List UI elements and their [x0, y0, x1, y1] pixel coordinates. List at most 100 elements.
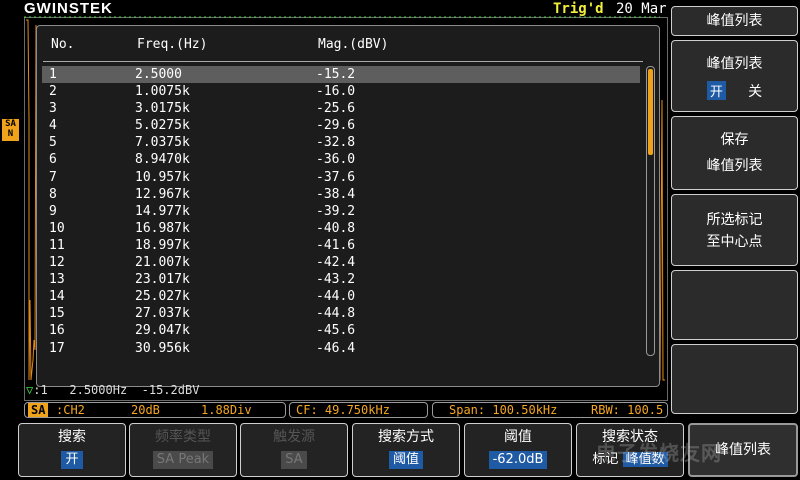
peak-no: 15	[49, 306, 65, 322]
peak-no: 9	[49, 203, 57, 219]
peak-freq: 5.0275k	[135, 118, 190, 134]
peak-freq: 18.997k	[135, 237, 190, 253]
marker-readout: ▽:1 2.5000Hz -15.2dBV	[26, 383, 199, 397]
peak-freq: 27.037k	[135, 306, 190, 322]
peak-mag: -40.8	[316, 220, 356, 236]
peak-freq: 3.0175k	[135, 101, 190, 117]
col-freq-header: Freq.(Hz)	[137, 37, 208, 52]
peak-row[interactable]: 11 18.997k -41.6	[42, 237, 640, 254]
search-mode-button[interactable]: 搜索方式 阈值	[352, 423, 460, 477]
col-no-header: No.	[51, 37, 75, 52]
peak-mag: -38.4	[316, 186, 356, 202]
peak-row[interactable]: 12 21.007k -42.4	[42, 254, 640, 271]
peak-no: 14	[49, 289, 65, 305]
peak-row[interactable]: 4 5.0275k -29.6	[42, 117, 640, 134]
marker-mag: -15.2dBV	[141, 383, 200, 397]
table-scrollbar[interactable]	[646, 66, 655, 356]
peak-freq: 2.5000	[135, 67, 182, 82]
peak-row[interactable]: 8 12.967k -38.4	[42, 186, 640, 203]
center-freq-box: CF: 49.750kHz	[289, 402, 428, 418]
peak-freq: 1.0075k	[135, 84, 190, 100]
menu-title: 峰值列表	[671, 6, 798, 36]
search-button[interactable]: 搜索 开	[18, 423, 126, 477]
peak-no: 11	[49, 237, 65, 253]
peak-mag: -25.6	[316, 101, 356, 117]
threshold-value: -62.0dB	[488, 451, 548, 469]
peak-no: 12	[49, 255, 65, 271]
peak-freq: 14.977k	[135, 203, 190, 219]
peak-no: 5	[49, 135, 57, 151]
peak-no: 1	[49, 67, 57, 82]
peak-freq: 7.0375k	[135, 135, 190, 151]
toggle-on: 开	[706, 81, 726, 100]
peak-mag: -29.6	[316, 118, 356, 134]
peak-no: 13	[49, 272, 65, 288]
peak-row[interactable]: 14 25.027k -44.0	[42, 288, 640, 305]
peak-freq: 16.987k	[135, 220, 190, 236]
peak-no: 3	[49, 101, 57, 117]
empty-softkey-5[interactable]	[671, 270, 798, 340]
peak-freq: 21.007k	[135, 255, 190, 271]
peak-table-panel: No. Freq.(Hz) Mag.(dBV) 1 2.5000 -15.2 2 1.0…	[36, 25, 660, 387]
marker-freq: 2.5000Hz	[69, 383, 128, 397]
sa-channel-marker: SA N	[2, 119, 19, 141]
peak-mag: -36.0	[316, 152, 356, 168]
threshold-button[interactable]: 阈值 -62.0dB	[464, 423, 572, 477]
save-peak-list-button[interactable]: 保存 峰值列表	[671, 116, 798, 190]
peak-no: 7	[49, 169, 57, 185]
peak-row[interactable]: 7 10.957k -37.6	[42, 169, 640, 186]
search-mode-value: 阈值	[388, 451, 423, 469]
search-value: 开	[61, 451, 83, 469]
peak-mag: -32.8	[316, 135, 356, 151]
peak-row[interactable]: 2 1.0075k -16.0	[42, 83, 640, 100]
peak-mag: -46.4	[316, 340, 356, 356]
trigger-source-button: 触发源 SA	[240, 423, 348, 477]
scrollbar-thumb[interactable]	[648, 69, 653, 155]
status-div: 1.88Div	[201, 403, 252, 417]
peak-row[interactable]: 15 27.037k -44.8	[42, 305, 640, 322]
peak-no: 17	[49, 340, 65, 356]
peak-no: 6	[49, 152, 57, 168]
peak-row[interactable]: 5 7.0375k -32.8	[42, 134, 640, 151]
peak-no: 10	[49, 220, 65, 236]
peak-no: 16	[49, 323, 65, 339]
peak-row[interactable]: 10 16.987k -40.8	[42, 220, 640, 237]
peak-freq: 10.957k	[135, 169, 190, 185]
peak-no: 8	[49, 186, 57, 202]
peak-freq: 25.027k	[135, 289, 190, 305]
marker-index: :1	[33, 383, 48, 397]
peak-freq: 29.047k	[135, 323, 190, 339]
peak-row[interactable]: 17 30.956k -46.4	[42, 340, 640, 357]
peak-mag: -44.0	[316, 289, 356, 305]
peak-mag: -15.2	[316, 67, 356, 82]
toggle-off: 关	[748, 84, 763, 100]
peak-row[interactable]: 3 3.0175k -25.6	[42, 100, 640, 117]
peak-list-toggle-button[interactable]: 峰值列表 开 关	[671, 40, 798, 112]
peak-freq: 30.956k	[135, 340, 190, 356]
peak-row[interactable]: 1 2.5000 -15.2	[42, 66, 640, 84]
peak-row[interactable]: 16 29.047k -45.6	[42, 322, 640, 339]
status-scale: 20dB	[131, 403, 160, 417]
peak-list-label: 峰值列表	[706, 56, 763, 72]
peak-mag: -43.2	[316, 272, 356, 288]
peak-row[interactable]: 13 23.017k -43.2	[42, 271, 640, 288]
peak-mag: -41.6	[316, 237, 356, 253]
header-divider	[43, 61, 643, 62]
peak-row[interactable]: 9 14.977k -39.2	[42, 203, 640, 220]
empty-softkey-6[interactable]	[671, 344, 798, 414]
watermark: 电子发烧友网	[596, 443, 722, 465]
peak-no: 2	[49, 84, 57, 100]
peak-mag: -37.6	[316, 169, 356, 185]
channel-status-box: SA :CH2 20dB 1.88Div	[24, 402, 286, 418]
peak-mag: -44.8	[316, 306, 356, 322]
peak-mag: -45.6	[316, 323, 356, 339]
status-rbw: RBW: 100.5	[591, 403, 664, 417]
peak-mag: -42.4	[316, 255, 356, 271]
peak-freq: 12.967k	[135, 186, 190, 202]
peak-mag: -16.0	[316, 84, 356, 100]
peak-row[interactable]: 6 8.9470k -36.0	[42, 151, 640, 168]
freq-type-button: 频率类型 SA Peak	[129, 423, 237, 477]
status-source: :CH2	[56, 403, 85, 417]
marker-to-center-button[interactable]: 所选标记 至中心点	[671, 194, 798, 266]
peak-mag: -39.2	[316, 203, 356, 219]
